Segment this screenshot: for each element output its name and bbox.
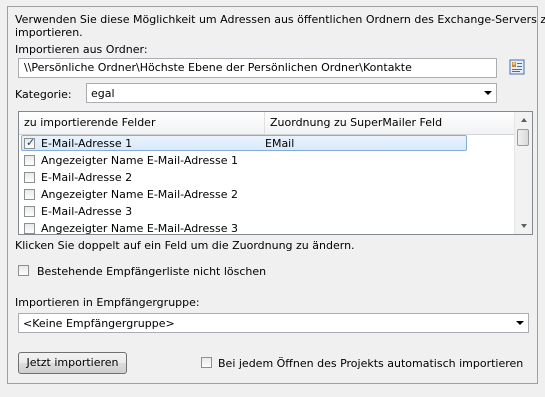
import-now-button[interactable]: Jetzt importieren [18, 352, 127, 374]
list-item-field: Angezeigter Name E-Mail-Adresse 1 [41, 154, 238, 167]
list-item[interactable]: E-Mail-Adresse 3 [19, 203, 515, 220]
list-item-checkbox[interactable] [24, 155, 35, 166]
intro-text-line1: Verwenden Sie diese Möglichkeit um Adres… [15, 13, 545, 26]
column-header-mapping[interactable]: Zuordnung zu SuperMailer Feld [265, 112, 515, 134]
hint-text: Klicken Sie doppelt auf ein Feld um die … [15, 239, 355, 252]
list-item[interactable]: Angezeigter Name E-Mail-Adresse 1 [19, 152, 515, 169]
scrollbar-thumb[interactable] [517, 129, 529, 146]
list-item-checkbox[interactable] [24, 223, 35, 234]
chevron-down-icon[interactable] [511, 314, 528, 332]
fields-mapping-list[interactable]: zu importierende Felder Zuordnung zu Sup… [18, 111, 533, 235]
list-scrollbar[interactable] [514, 112, 532, 234]
intro-text-line2: importieren. [15, 26, 83, 39]
list-item-field: E-Mail-Adresse 2 [41, 171, 133, 184]
scroll-up-icon[interactable] [515, 112, 532, 128]
list-item-checkbox[interactable]: ✓ [24, 136, 36, 149]
keep-list-label[interactable]: Bestehende Empfängerliste nicht löschen [37, 265, 266, 278]
list-item-field: Angezeigter Name E-Mail-Adresse 2 [41, 188, 238, 201]
list-item-checkbox[interactable] [24, 206, 35, 217]
group-select[interactable]: <Keine Empfängergruppe> [18, 313, 529, 333]
list-item-field: E-Mail-Adresse 3 [41, 205, 133, 218]
list-item-field: Angezeigter Name E-Mail-Adresse 3 [41, 222, 238, 235]
keep-list-checkbox[interactable] [18, 265, 29, 276]
list-item[interactable]: Angezeigter Name E-Mail-Adresse 2 [19, 186, 515, 203]
group-value: <Keine Empfängergruppe> [23, 317, 175, 330]
list-item[interactable]: ✓ E-Mail-Adresse 1 EMail [19, 135, 515, 152]
group-label: Importieren in Empfängergruppe: [15, 296, 200, 309]
auto-import-label[interactable]: Bei jedem Öffnen des Projekts automatisc… [218, 357, 523, 370]
list-item-checkbox[interactable] [24, 189, 35, 200]
list-item-field: E-Mail-Adresse 1 [41, 137, 133, 150]
exchange-import-panel: Verwenden Sie diese Möglichkeit um Adres… [7, 6, 545, 384]
list-item[interactable]: Angezeigter Name E-Mail-Adresse 3 [19, 220, 515, 235]
category-select[interactable]: egal [86, 83, 497, 103]
list-item[interactable]: E-Mail-Adresse 2 [19, 169, 515, 186]
folder-label: Importieren aus Ordner: [15, 43, 148, 56]
folder-path-input[interactable]: \\Persönliche Ordner\Höchste Ebene der P… [18, 58, 497, 78]
address-book-icon[interactable] [509, 59, 525, 75]
column-header-fields[interactable]: zu importierende Felder [19, 112, 265, 134]
check-mark-icon: ✓ [26, 136, 36, 149]
auto-import-checkbox[interactable] [201, 357, 212, 368]
list-header: zu importierende Felder Zuordnung zu Sup… [19, 112, 515, 135]
scroll-down-icon[interactable] [515, 218, 532, 234]
category-label: Kategorie: [15, 88, 72, 101]
chevron-down-icon[interactable] [479, 84, 496, 102]
list-item-checkbox[interactable] [24, 172, 35, 183]
category-value: egal [91, 87, 115, 100]
list-item-mapping: EMail [265, 137, 295, 150]
